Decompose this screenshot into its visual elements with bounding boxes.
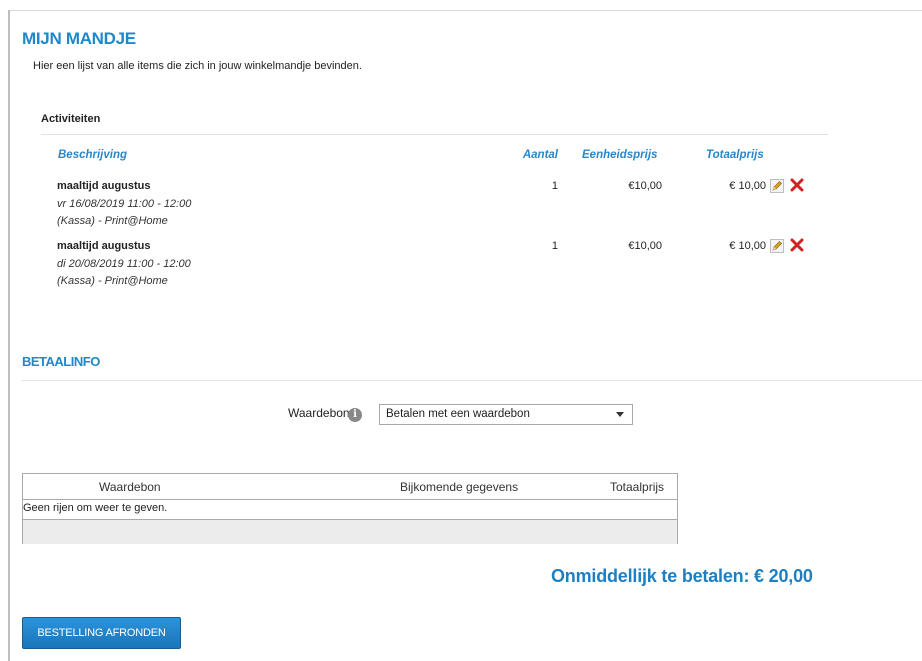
item-total-price: € 10,00 [729, 240, 766, 252]
edit-pencil-icon[interactable] [770, 179, 784, 193]
column-header-quantity: Aantal [522, 149, 558, 161]
voucher-select-value: Betalen met een waardebon [386, 408, 530, 420]
section-divider [41, 134, 828, 135]
item-date: di 20/08/2019 11:00 - 12:00 [57, 258, 191, 270]
cart-intro-text: Hier een lijst van alle items die zich i… [33, 60, 362, 72]
column-header-total-price: Totaalprijs [706, 149, 764, 161]
item-quantity: 1 [551, 240, 558, 252]
item-location: (Kassa) - Print@Home [57, 275, 168, 287]
item-unit-price: €10,00 [628, 240, 662, 252]
grid-empty-message: Geen rijen om weer te geven. [23, 502, 168, 514]
payment-info-title: BETAALINFO [22, 354, 100, 369]
item-location: (Kassa) - Print@Home [57, 215, 168, 227]
voucher-select[interactable]: Betalen met een waardebon [379, 404, 633, 425]
item-date: vr 16/08/2019 11:00 - 12:00 [57, 198, 192, 210]
item-name: maaltijd augustus [57, 180, 151, 192]
item-unit-price: €10,00 [628, 180, 662, 192]
grid-header-additional-data[interactable]: Bijkomende gegevens [400, 480, 518, 494]
delete-x-icon[interactable] [790, 238, 804, 252]
voucher-label: Waardebon [288, 406, 350, 420]
item-name: maaltijd augustus [57, 240, 151, 252]
cart-item: maaltijd augustus vr 16/08/2019 11:00 - … [57, 178, 837, 240]
column-header-description: Beschrijving [58, 149, 128, 161]
finish-order-button[interactable]: BESTELLING AFRONDEN [22, 617, 181, 649]
amount-due: Onmiddellijk te betalen: € 20,00 [551, 566, 813, 586]
edit-pencil-icon[interactable] [770, 239, 784, 253]
delete-x-icon[interactable] [790, 178, 804, 192]
voucher-grid: Waardebon Bijkomende gegevens Totaalprij… [22, 473, 678, 544]
column-header-unit-price: Eenheidsprijs [582, 149, 658, 161]
cart-title: MIJN MANDJE [22, 29, 136, 48]
activities-section-label: Activiteiten [41, 113, 101, 125]
voucher-grid-footer [23, 519, 677, 544]
grid-header-voucher[interactable]: Waardebon [99, 480, 161, 494]
voucher-grid-header: Waardebon Bijkomende gegevens Totaalprij… [23, 474, 677, 500]
grid-header-total-price[interactable]: Totaalprijs [610, 480, 664, 494]
payment-divider [22, 380, 922, 381]
cart-item: maaltijd augustus di 20/08/2019 11:00 - … [57, 238, 837, 300]
item-quantity: 1 [551, 180, 558, 192]
content-frame-top-border [8, 10, 922, 11]
item-total-price: € 10,00 [729, 180, 766, 192]
chevron-down-icon [616, 412, 624, 417]
info-icon[interactable]: i [348, 408, 362, 422]
content-frame-left-border [8, 10, 10, 661]
